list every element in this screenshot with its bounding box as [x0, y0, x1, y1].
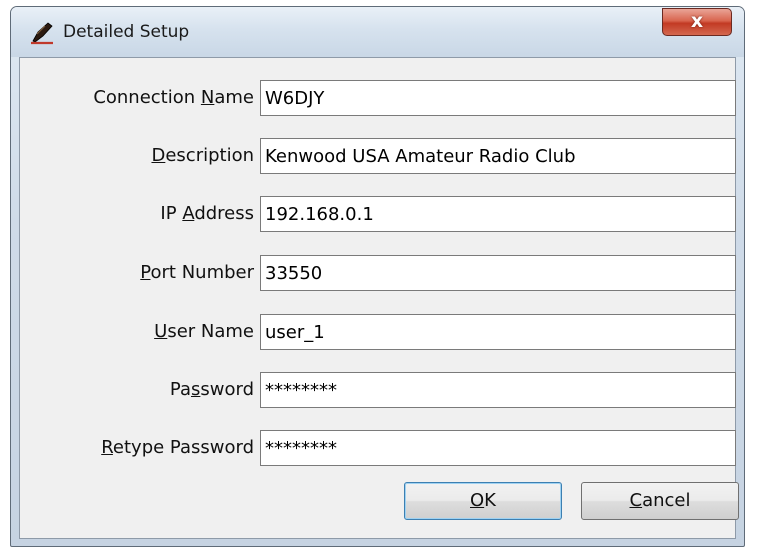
dialog-body: Connection Name Description IP Address P… [19, 57, 739, 539]
cancel-button[interactable]: Cancel [581, 482, 739, 520]
ok-button[interactable]: OK [404, 482, 562, 520]
description-input[interactable] [260, 138, 736, 174]
window-title: Detailed Setup [63, 22, 190, 42]
close-button[interactable]: x [662, 8, 732, 36]
port-number-input[interactable] [260, 255, 736, 291]
retype-password-label: Retype Password [101, 437, 254, 458]
connection-name-label: Connection Name [93, 87, 254, 108]
ip-address-input[interactable] [260, 196, 736, 232]
user-name-label: User Name [154, 321, 254, 342]
description-label: Description [151, 145, 254, 166]
title-bar[interactable]: Detailed Setup x [11, 7, 744, 57]
password-label: Password [169, 379, 254, 400]
port-number-label: Port Number [140, 262, 254, 283]
close-icon: x [690, 10, 704, 32]
retype-password-input[interactable] [260, 430, 736, 466]
user-name-input[interactable] [260, 314, 736, 350]
pen-icon [29, 21, 55, 45]
connection-name-input[interactable] [260, 80, 736, 116]
password-input[interactable] [260, 372, 736, 408]
detailed-setup-dialog: Detailed Setup x Connection Name Descrip… [10, 6, 745, 547]
ip-address-label: IP Address [160, 203, 254, 224]
